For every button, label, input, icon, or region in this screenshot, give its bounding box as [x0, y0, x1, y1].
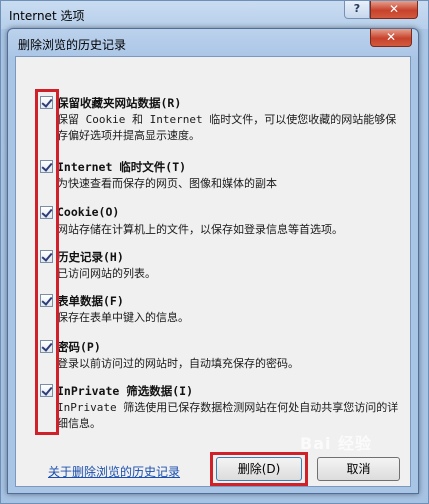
option-label: 保留收藏夹网站数据(R) [57, 96, 182, 110]
option-label: 表单数据(F) [57, 294, 124, 308]
help-button[interactable]: ? [344, 1, 370, 19]
about-delete-history-link[interactable]: 关于删除浏览的历史记录 [48, 463, 180, 480]
cancel-button[interactable]: 取消 [317, 457, 400, 481]
option-label: Cookie(O) [57, 205, 120, 219]
option-description: 为快速查看而保存的网页、图像和媒体的副本 [57, 177, 277, 190]
dialog-title: 删除浏览的历史记录 [18, 38, 127, 52]
option-label: 密码(P) [57, 340, 101, 354]
dialog-body: 保留收藏夹网站数据(R) 保留 Cookie 和 Internet 临时文件，可… [15, 56, 411, 487]
watermark: Bai 经验 [300, 434, 373, 453]
dialog-close-button[interactable]: ✕ [370, 29, 412, 47]
delete-history-dialog: 删除浏览的历史记录 ✕ 保留收藏夹网站数据(R) 保留 Cookie 和 Int… [7, 28, 419, 494]
option-label: 历史记录(H) [57, 250, 124, 264]
delete-button-highlight-box [210, 452, 308, 486]
option-label: InPrivate 筛选数据(I) [57, 384, 194, 398]
checkbox-highlight-box [35, 89, 59, 435]
option-description: InPrivate 筛选使用已保存数据检测网站在何处自动共享您访问的详细信息。 [57, 401, 399, 430]
option-description: 保留 Cookie 和 Internet 临时文件，可以使您收藏的网站能够保存偏… [57, 113, 397, 142]
option-label: Internet 临时文件(T) [57, 160, 187, 174]
parent-close-button[interactable]: ✕ [370, 1, 418, 19]
option-description: 网站存储在计算机上的文件，以保存如登录信息等首选项。 [57, 223, 343, 236]
option-description: 保存在表单中键入的信息。 [57, 311, 189, 324]
parent-window-title: Internet 选项 [9, 9, 85, 23]
option-description: 登录以前访问过的网站时，自动填充保存的密码。 [57, 357, 299, 370]
option-description: 已访问网站的列表。 [57, 267, 156, 280]
